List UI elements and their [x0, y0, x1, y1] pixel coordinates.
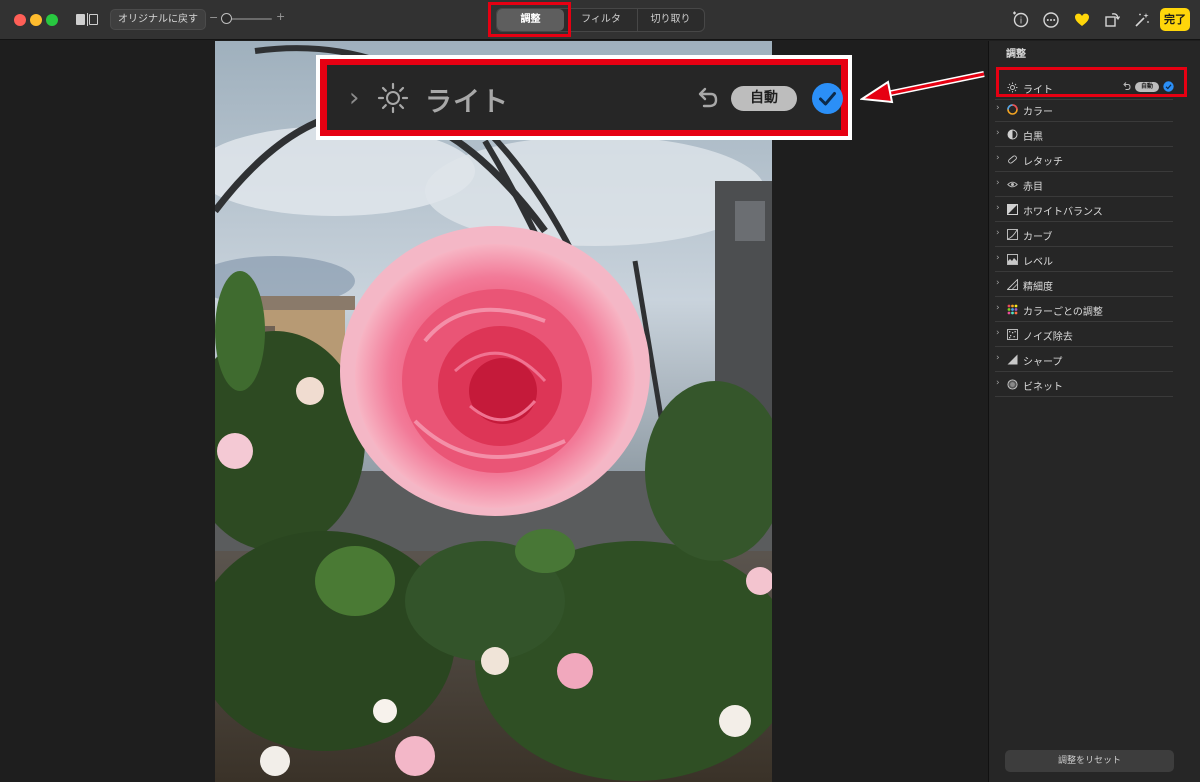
half-circle-icon [1007, 129, 1018, 140]
tab-filters[interactable]: フィルタ [567, 9, 635, 31]
svg-text:i: i [1020, 17, 1023, 27]
sidebar-title: 調整 [1006, 49, 1026, 60]
sun-icon [377, 82, 409, 114]
annotation-arrow-icon [860, 71, 985, 104]
done-button[interactable]: 完了 [1160, 8, 1190, 31]
revert-to-original-button[interactable]: オリジナルに戻す [110, 9, 206, 30]
favorite-heart-icon[interactable] [1072, 10, 1092, 30]
sidebar-item-sharpen[interactable]: › シャープ [995, 347, 1173, 372]
selective-color-icon [1007, 304, 1018, 315]
sidebar-item-label: 白黒 [1023, 132, 1043, 143]
sidebar-item-red-eye[interactable]: › 赤目 [995, 172, 1173, 197]
highlight-adjust-tab [488, 2, 571, 37]
auto-enhance-wand-icon[interactable] [1132, 10, 1152, 30]
sidebar-item-color[interactable]: › カラー [995, 97, 1173, 122]
chevron-right-icon: › [349, 83, 360, 113]
chevron-right-icon[interactable]: › [996, 203, 1000, 213]
sidebar-item-label: カラーごとの調整 [1023, 307, 1103, 318]
sidebar-item-label: シャープ [1023, 357, 1063, 368]
sidebar-item-definition[interactable]: › 精細度 [995, 272, 1173, 297]
reset-adjustments-button[interactable]: 調整をリセット [1005, 750, 1174, 772]
sidebar-item-curves[interactable]: › カーブ [995, 222, 1173, 247]
zoom-slider-knob[interactable] [221, 13, 232, 24]
chevron-right-icon[interactable]: › [996, 228, 1000, 238]
chevron-right-icon[interactable]: › [996, 153, 1000, 163]
sidebar-item-white-balance[interactable]: › ホワイトバランス [995, 197, 1173, 222]
chevron-right-icon[interactable]: › [996, 278, 1000, 288]
more-icon[interactable] [1041, 10, 1061, 30]
sidebar-item-label: カラー [1023, 107, 1053, 118]
bandage-icon [1008, 155, 1017, 164]
chevron-right-icon[interactable]: › [996, 353, 1000, 363]
sidebar-item-label: カーブ [1023, 232, 1053, 243]
sidebar-item-label: 赤目 [1023, 182, 1043, 193]
sidebar-item-label: 精細度 [1023, 282, 1053, 293]
zoom-out-label: − [209, 11, 219, 24]
zoom-window-button[interactable] [46, 14, 58, 26]
chevron-right-icon[interactable]: › [996, 253, 1000, 263]
chevron-right-icon[interactable]: › [996, 378, 1000, 388]
before-after-split-icon[interactable] [76, 13, 98, 26]
close-window-button[interactable] [14, 14, 26, 26]
zoom-callout: › ライト 自動 [316, 55, 852, 140]
sidebar-item-retouch[interactable]: › レタッチ [995, 147, 1173, 172]
undo-icon [698, 87, 718, 108]
chevron-right-icon[interactable]: › [996, 178, 1000, 188]
sidebar-item-noise-reduction[interactable]: › ノイズ除去 [995, 322, 1173, 347]
sidebar-item-label: ビネット [1023, 382, 1063, 393]
white-balance-icon [1007, 204, 1018, 215]
photo-canvas[interactable] [215, 41, 772, 782]
chevron-right-icon[interactable]: › [996, 103, 1000, 113]
callout-auto-button: 自動 [731, 86, 797, 111]
callout-highlight-frame: › ライト 自動 [320, 59, 848, 136]
sidebar-item-vignette[interactable]: › ビネット [995, 372, 1173, 397]
definition-icon [1007, 279, 1018, 290]
noise-icon [1007, 329, 1018, 340]
checkmark-icon [812, 83, 843, 114]
levels-icon [1007, 254, 1018, 265]
highlight-light-row [996, 67, 1187, 97]
rose-photo [215, 41, 772, 782]
tab-crop[interactable]: 切り取り [637, 9, 703, 31]
sidebar-item-black-white[interactable]: › 白黒 [995, 122, 1173, 147]
sharpen-icon [1007, 354, 1018, 365]
eye-icon [1007, 181, 1018, 188]
vignette-icon [1007, 379, 1018, 390]
sidebar-item-label: ノイズ除去 [1023, 332, 1073, 343]
chevron-right-icon[interactable]: › [996, 328, 1000, 338]
adjustments-sidebar: 調整 › ライト 自動 › カラー › 白黒 › レタッチ › 赤目 › ホワイ… [988, 41, 1200, 782]
minimize-window-button[interactable] [30, 14, 42, 26]
sidebar-item-label: レベル [1023, 257, 1053, 268]
color-wheel-icon [1007, 104, 1018, 115]
chevron-right-icon[interactable]: › [996, 128, 1000, 138]
sidebar-item-selective-color[interactable]: › カラーごとの調整 [995, 297, 1173, 322]
rotate-icon[interactable] [1102, 10, 1122, 30]
sidebar-item-label: レタッチ [1023, 157, 1063, 168]
curve-icon [1007, 229, 1018, 240]
chevron-right-icon[interactable]: › [996, 303, 1000, 313]
sidebar-item-label: ホワイトバランス [1023, 207, 1103, 218]
zoom-in-label: + [276, 10, 286, 23]
info-icon[interactable]: i [1010, 10, 1030, 30]
callout-light-label: ライト [425, 87, 509, 118]
callout-light-row: › ライト 自動 [327, 65, 843, 130]
sidebar-item-levels[interactable]: › レベル [995, 247, 1173, 272]
toolbar: オリジナルに戻す − + 調整 フィルタ 切り取り i 完了 [0, 0, 1200, 40]
